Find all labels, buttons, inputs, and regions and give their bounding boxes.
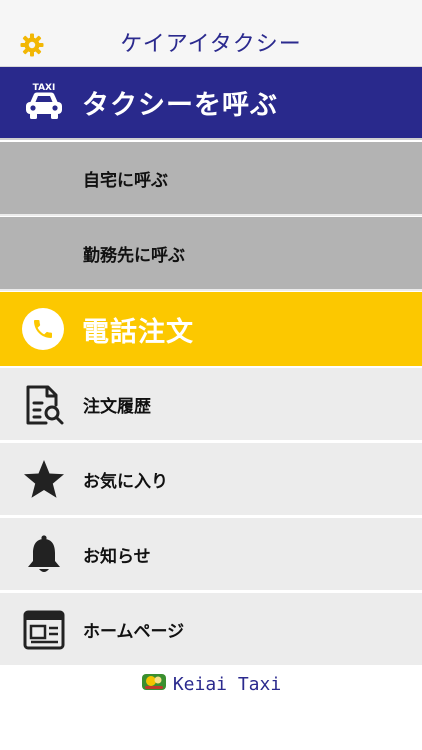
homepage-button[interactable]: ホームページ (0, 593, 422, 667)
phone-order-button[interactable]: 電話注文 (0, 292, 422, 366)
bell-icon (22, 533, 66, 577)
footer: Keiai Taxi (0, 670, 422, 698)
phone-order-label: 電話注文 (82, 316, 194, 348)
app-title: ケイアイタクシー (120, 32, 302, 57)
call-office-button[interactable]: 勤務先に呼ぶ (0, 217, 422, 291)
call-taxi-button[interactable]: TAXI タクシーを呼ぶ (0, 67, 422, 140)
order-history-label: 注文履歴 (83, 396, 151, 417)
homepage-label: ホームページ (83, 621, 185, 642)
call-office-label: 勤務先に呼ぶ (83, 245, 185, 266)
order-history-button[interactable]: 注文履歴 (0, 368, 422, 442)
call-home-button[interactable]: 自宅に呼ぶ (0, 142, 422, 216)
svg-text:TAXI: TAXI (33, 83, 56, 93)
favorites-button[interactable]: お気に入り (0, 443, 422, 517)
phone-icon (22, 308, 64, 350)
favorites-label: お気に入り (83, 471, 168, 492)
call-taxi-label: タクシーを呼ぶ (82, 90, 278, 121)
taxi-icon: TAXI (22, 81, 66, 125)
order-history-icon (22, 383, 66, 427)
star-icon (22, 458, 66, 502)
notices-button[interactable]: お知らせ (0, 518, 422, 592)
notices-label: お知らせ (83, 546, 151, 567)
footer-brand: Keiai Taxi (172, 673, 282, 695)
webpage-icon (22, 608, 66, 652)
keiai-logo (141, 671, 167, 697)
call-home-label: 自宅に呼ぶ (83, 170, 168, 191)
app-header: ケイアイタクシー (0, 0, 422, 67)
